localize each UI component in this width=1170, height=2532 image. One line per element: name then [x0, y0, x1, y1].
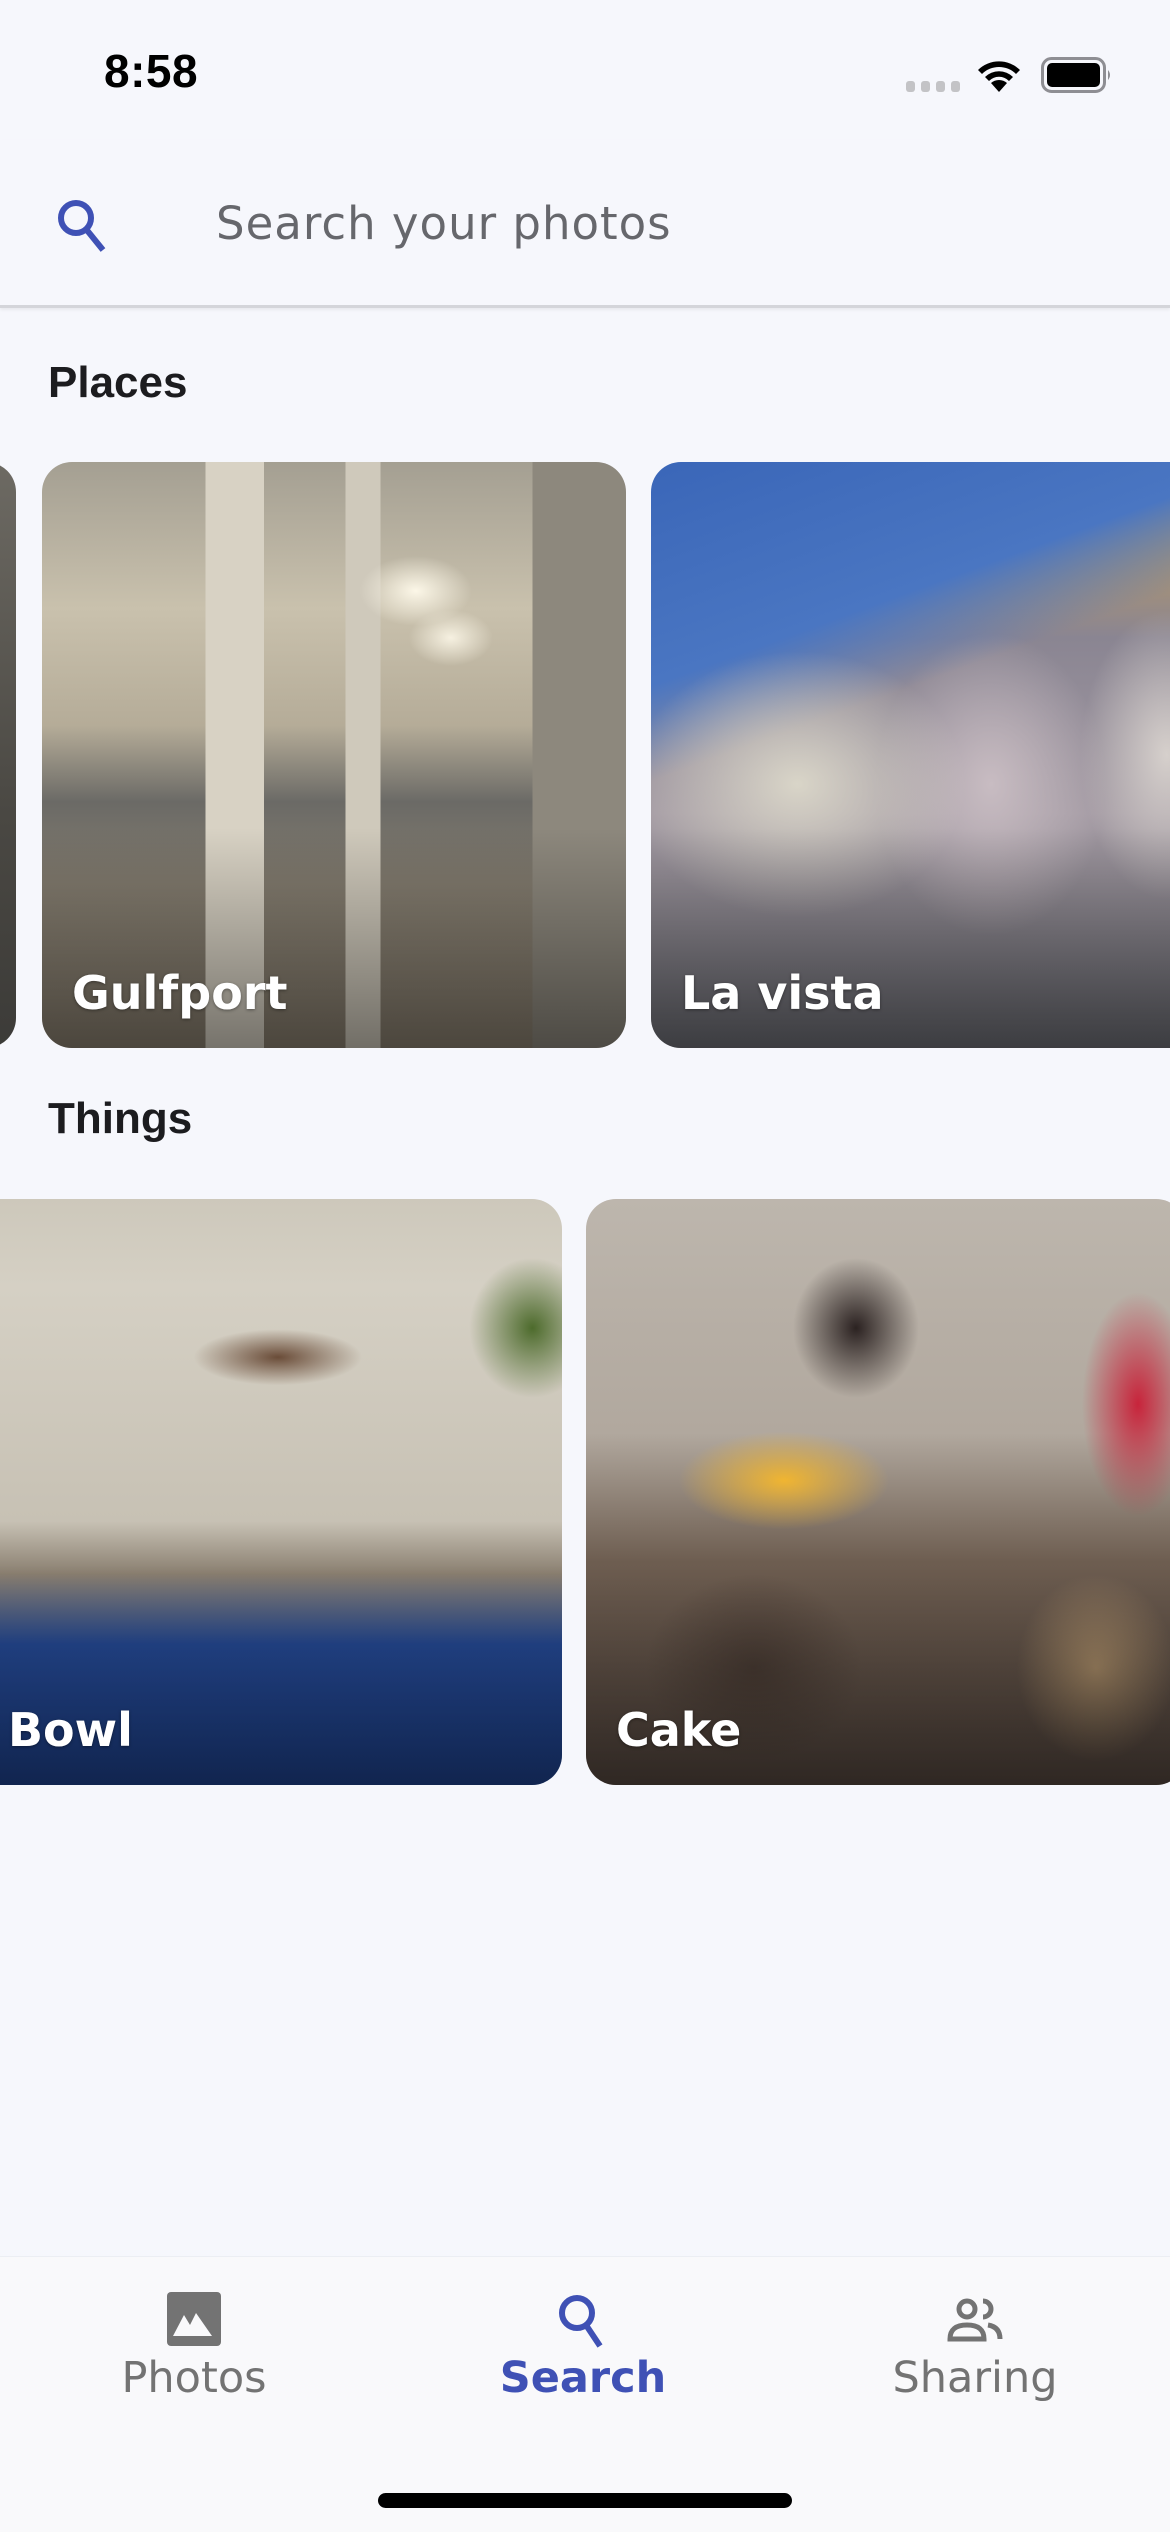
- tab-search[interactable]: Search: [453, 2257, 713, 2427]
- search-input[interactable]: [216, 188, 1096, 258]
- search-icon: [559, 2295, 603, 2348]
- card-label: Cake: [616, 1703, 742, 1757]
- tab-sharing[interactable]: Sharing: [845, 2257, 1105, 2427]
- card-label: La vista: [681, 966, 884, 1020]
- home-indicator[interactable]: [378, 2493, 792, 2508]
- status-time: 8:58: [104, 45, 199, 97]
- card-label: Bowl: [8, 1703, 133, 1757]
- wifi-icon: [978, 61, 1020, 92]
- places-carousel[interactable]: Gulfport La vista: [0, 462, 1170, 1048]
- place-card-la-vista[interactable]: La vista: [651, 462, 1170, 1048]
- cellular-signal-icon: [906, 81, 960, 92]
- status-bar: 8:58: [0, 0, 1170, 140]
- tab-label: Photos: [121, 2353, 267, 2403]
- battery-icon: [1041, 57, 1110, 93]
- tab-photos[interactable]: Photos: [64, 2257, 324, 2427]
- place-card-partial[interactable]: [0, 462, 16, 1048]
- tab-bar: Photos Search Sharing: [0, 2256, 1170, 2532]
- thing-card-cake[interactable]: Cake: [586, 1199, 1170, 1785]
- section-title-places: Places: [48, 358, 188, 407]
- tab-label: Search: [499, 2353, 667, 2403]
- tab-label: Sharing: [892, 2353, 1058, 2403]
- card-label: Gulfport: [72, 966, 288, 1020]
- photo-icon: [167, 2292, 221, 2346]
- search-bar: [0, 140, 1170, 308]
- people-icon: [947, 2298, 1003, 2342]
- search-screen: 8:58 Places Gulfport La: [0, 0, 1170, 2532]
- things-carousel[interactable]: Bowl Cake: [0, 1199, 1170, 1785]
- thing-card-bowl[interactable]: Bowl: [0, 1199, 562, 1785]
- section-title-things: Things: [48, 1094, 193, 1143]
- search-icon[interactable]: [54, 196, 110, 252]
- place-card-gulfport[interactable]: Gulfport: [42, 462, 626, 1048]
